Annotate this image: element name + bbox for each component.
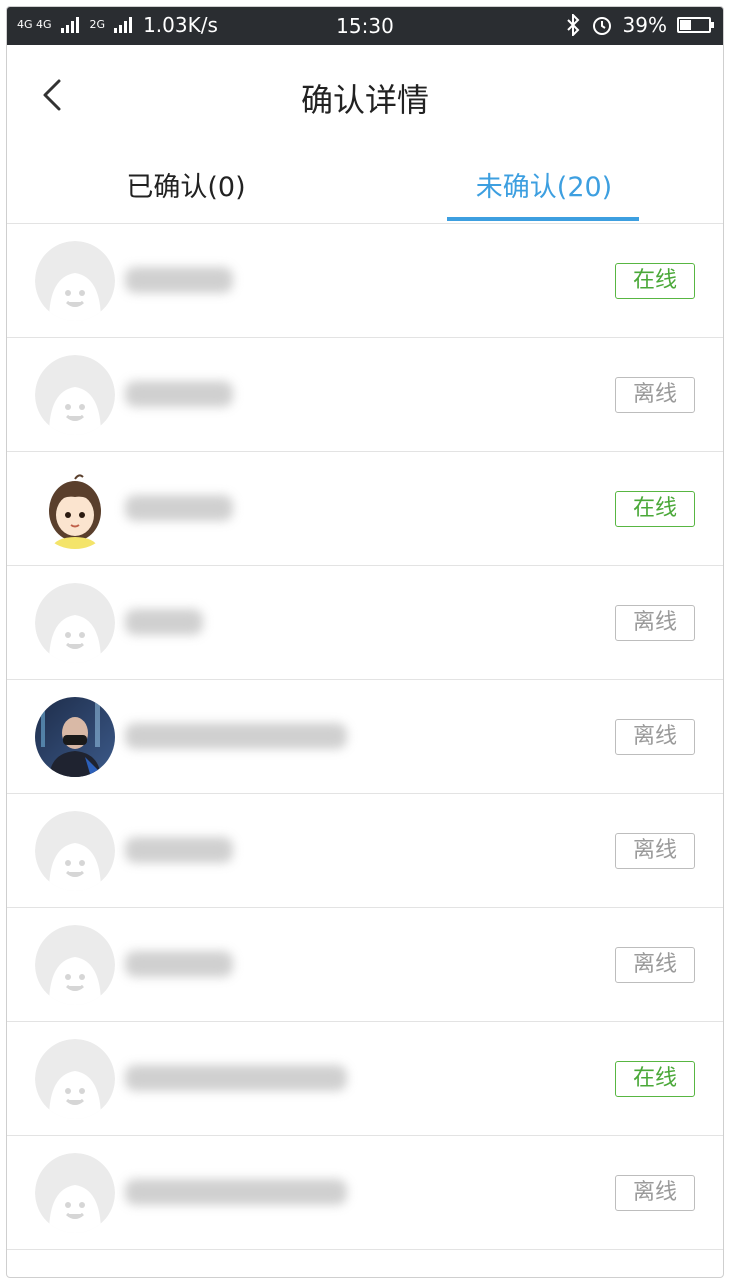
list-item[interactable]: 离线 (7, 680, 723, 794)
tab-bar: 已确认(0) 未确认(20) (7, 145, 723, 224)
member-list: 在线 离线 在线 离线 离线 离线 离线 在线 离线 (7, 224, 723, 1250)
tab-confirmed[interactable]: 已确认(0) (7, 165, 365, 204)
status-badge: 离线 (615, 719, 695, 755)
default-avatar-icon (35, 355, 115, 435)
blurred-name (125, 381, 233, 407)
blurred-name (125, 495, 233, 521)
battery-percent: 39% (622, 13, 667, 37)
status-badge: 离线 (615, 1175, 695, 1211)
default-avatar-icon (35, 925, 115, 1005)
battery-fill (680, 20, 691, 30)
status-bar: 4G 4G 2G 1.03K/s 15:30 39% (7, 7, 723, 45)
status-badge: 在线 (615, 491, 695, 527)
bluetooth-icon (566, 14, 579, 36)
default-avatar-icon (35, 583, 115, 663)
alarm-icon (592, 17, 611, 35)
blurred-name (125, 609, 203, 635)
blurred-name (125, 1065, 347, 1091)
status-badge: 离线 (615, 947, 695, 983)
list-item[interactable]: 离线 (7, 566, 723, 680)
blurred-name (125, 723, 347, 749)
avatar (35, 697, 115, 777)
default-avatar-icon (35, 1153, 115, 1233)
tab-unconfirmed[interactable]: 未确认(20) (365, 165, 723, 204)
status-badge: 离线 (615, 605, 695, 641)
list-item[interactable]: 在线 (7, 224, 723, 338)
default-avatar-icon (35, 1039, 115, 1119)
list-item[interactable]: 离线 (7, 908, 723, 1022)
list-item[interactable]: 离线 (7, 338, 723, 452)
page-title: 确认详情 (300, 81, 429, 119)
blurred-name (125, 837, 233, 863)
status-badge: 在线 (615, 263, 695, 299)
status-right: 39% (565, 13, 714, 37)
app-frame: 4G 4G 2G 1.03K/s 15:30 39% 确认详情 已确认(0) 未… (6, 6, 724, 1278)
battery-icon (677, 17, 714, 33)
list-item[interactable]: 离线 (7, 1136, 723, 1250)
blurred-name (125, 267, 233, 293)
active-tab-indicator (447, 217, 639, 221)
default-avatar-icon (35, 811, 115, 891)
blurred-name (125, 1179, 347, 1205)
list-item[interactable]: 在线 (7, 1022, 723, 1136)
list-item[interactable]: 在线 (7, 452, 723, 566)
status-badge: 离线 (615, 833, 695, 869)
avatar (35, 469, 115, 549)
nav-header: 确认详情 (7, 45, 723, 145)
default-avatar-icon (35, 241, 115, 321)
status-badge: 离线 (615, 377, 695, 413)
list-item[interactable]: 离线 (7, 794, 723, 908)
status-badge: 在线 (615, 1061, 695, 1097)
blurred-name (125, 951, 233, 977)
